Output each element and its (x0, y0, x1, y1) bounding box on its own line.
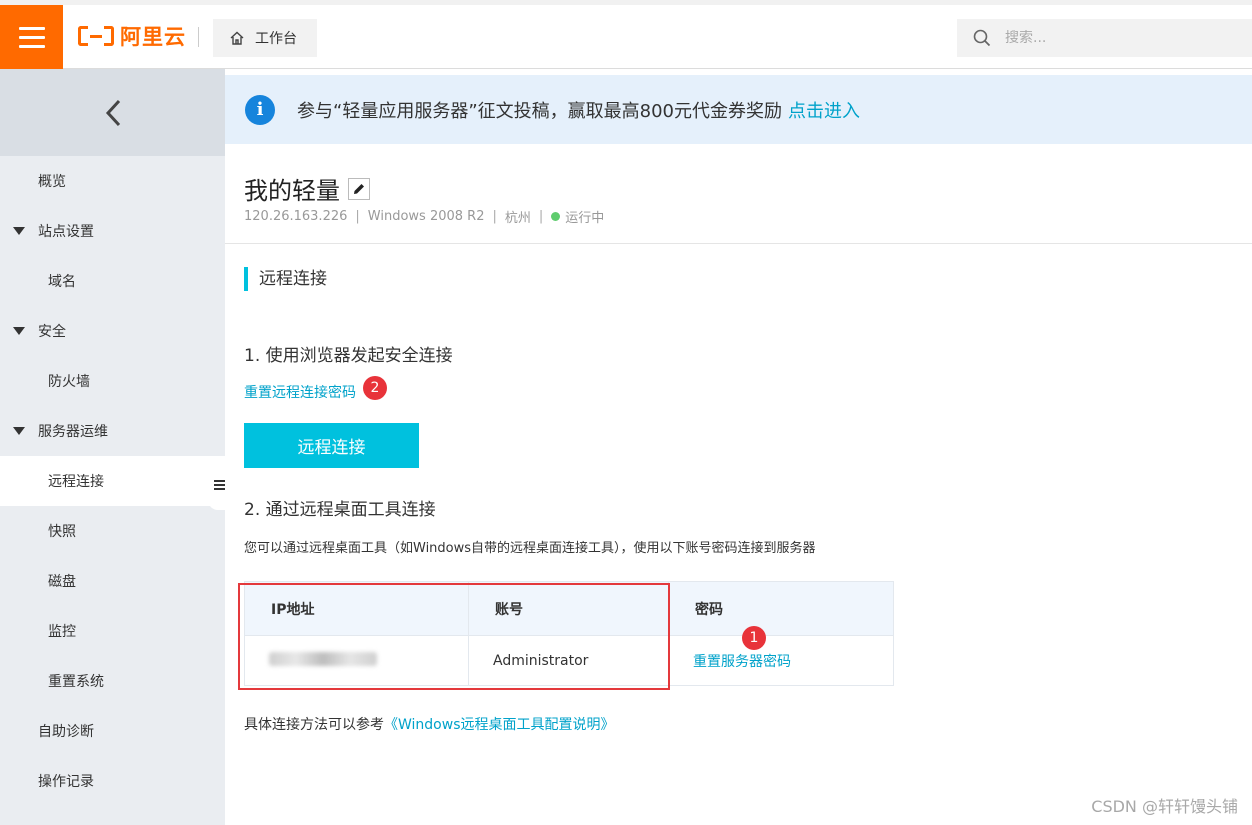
sidebar-item-snapshot[interactable]: 快照 (0, 506, 225, 556)
status-dot-icon (551, 212, 561, 221)
menu-line-icon (18, 44, 45, 48)
remote-connect-button[interactable]: 远程连接 (244, 423, 419, 468)
sidebar-item-label: 重置系统 (48, 674, 104, 690)
sidebar-item-label: 磁盘 (48, 574, 76, 590)
sidebar-item-label: 概览 (38, 174, 66, 190)
server-status: 运行中 (565, 211, 605, 226)
sidebar-item-label: 快照 (48, 524, 76, 540)
info-icon: i (245, 94, 275, 125)
sidebar-item-label: 防火墙 (48, 374, 90, 390)
menu-line-icon (18, 35, 45, 39)
meta-separator: | (355, 209, 360, 224)
notice-banner: i 参与“轻量应用服务器”征文投稿，赢取最高800元代金券奖励 点击进入 (225, 75, 1252, 144)
password-cell: 重置服务器密码 (668, 635, 894, 686)
section-title: 远程连接 (244, 267, 327, 291)
sidebar-item-disk[interactable]: 磁盘 (0, 556, 225, 606)
search-icon (973, 29, 991, 47)
sidebar-item-domain[interactable]: 域名 (0, 256, 225, 306)
top-bar: 阿里云 工作台 (0, 0, 1252, 69)
annotation-highlight-box (238, 583, 670, 690)
sidebar-item-label: 远程连接 (48, 474, 104, 490)
edit-icon[interactable] (348, 177, 370, 200)
collapse-sidebar-button[interactable] (0, 69, 225, 156)
sidebar-item-label: 服务器运维 (38, 424, 108, 440)
aliyun-logo-icon (78, 25, 114, 47)
meta-separator: | (538, 209, 544, 224)
reset-remote-password-link[interactable]: 重置远程连接密码 (244, 382, 356, 402)
aliyun-logo[interactable]: 阿里云 (78, 24, 186, 49)
column-header-password: 密码 (668, 581, 894, 636)
reset-server-password-link[interactable]: 重置服务器密码 (693, 654, 791, 670)
sidebar: 概览 站点设置 域名 安全 防火墙 服务器运维 远程连接 快照 磁盘 监控 重置… (0, 69, 228, 825)
sidebar-item-overview[interactable]: 概览 (0, 156, 225, 206)
sidebar-item-label: 监控 (48, 624, 76, 640)
search-input[interactable] (1005, 30, 1225, 46)
search-box[interactable] (957, 19, 1252, 57)
caret-down-icon (13, 427, 25, 435)
menu-line-icon (18, 26, 45, 30)
divider (225, 243, 1252, 244)
sidebar-item-reset-system[interactable]: 重置系统 (0, 656, 225, 706)
sidebar-item-operation-log[interactable]: 操作记录 (0, 756, 225, 806)
sidebar-group-security[interactable]: 安全 (0, 306, 225, 356)
footer-note: 具体连接方法可以参考《Windows远程桌面工具配置说明》 (244, 714, 615, 734)
top-strip (0, 0, 1252, 5)
sidebar-item-label: 域名 (48, 274, 76, 290)
main-content: i 参与“轻量应用服务器”征文投稿，赢取最高800元代金券奖励 点击进入 我的轻… (225, 69, 1252, 825)
server-ip: 120.26.163.226 (244, 209, 348, 224)
sidebar-group-site-settings[interactable]: 站点设置 (0, 206, 225, 256)
watermark: CSDN @轩轩馒头铺 (1091, 797, 1238, 816)
server-os: Windows 2008 R2 (367, 209, 485, 224)
sidebar-item-label: 安全 (38, 324, 66, 340)
annotation-badge-2: 2 (363, 376, 387, 400)
sidebar-item-firewall[interactable]: 防火墙 (0, 356, 225, 406)
step1-heading: 1. 使用浏览器发起安全连接 (244, 346, 453, 366)
sidebar-item-remote-connect[interactable]: 远程连接 (0, 456, 225, 506)
sidebar-item-monitor[interactable]: 监控 (0, 606, 225, 656)
sidebar-nav: 概览 站点设置 域名 安全 防火墙 服务器运维 远程连接 快照 磁盘 监控 重置… (0, 156, 225, 806)
sidebar-item-label: 站点设置 (38, 224, 94, 240)
brand-name: 阿里云 (120, 25, 186, 49)
workbench-label: 工作台 (255, 31, 297, 47)
server-title-row: 我的轻量 (244, 171, 370, 206)
sidebar-item-self-diagnosis[interactable]: 自助诊断 (0, 706, 225, 756)
meta-separator: | (492, 209, 497, 224)
notice-link[interactable]: 点击进入 (788, 97, 860, 123)
server-region: 杭州 (504, 211, 531, 226)
step2-description: 您可以通过远程桌面工具（如Windows自带的远程桌面连接工具），使用以下账号密… (244, 541, 816, 556)
sidebar-item-label: 自助诊断 (38, 724, 94, 740)
workbench-button[interactable]: 工作台 (213, 19, 317, 57)
server-meta: 120.26.163.226 | Windows 2008 R2 | 杭州 | … (244, 207, 604, 226)
chevron-left-icon (105, 99, 120, 126)
notice-text: 参与“轻量应用服务器”征文投稿，赢取最高800元代金券奖励 (297, 100, 783, 122)
hamburger-menu-button[interactable] (0, 5, 63, 69)
config-guide-link[interactable]: 《Windows远程桌面工具配置说明》 (384, 717, 615, 733)
step2-heading: 2. 通过远程桌面工具连接 (244, 500, 436, 520)
home-icon (230, 31, 244, 45)
annotation-badge-1: 1 (742, 626, 766, 650)
sidebar-item-label: 操作记录 (38, 774, 94, 790)
sidebar-group-server-ops[interactable]: 服务器运维 (0, 406, 225, 456)
page-title: 我的轻量 (244, 177, 340, 205)
caret-down-icon (13, 327, 25, 335)
caret-down-icon (13, 227, 25, 235)
header-divider (198, 27, 199, 47)
footer-text: 具体连接方法可以参考 (244, 717, 384, 733)
